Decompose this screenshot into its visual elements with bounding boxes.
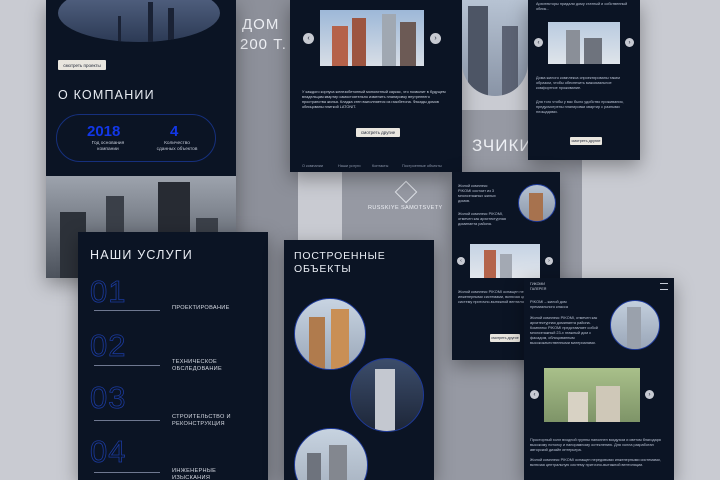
pikomi-next-arrow[interactable]: › — [645, 390, 654, 399]
building-photo-strip — [462, 0, 528, 96]
service-divider-2 — [94, 365, 160, 366]
pikomi-prev-arrow[interactable]: ‹ — [530, 390, 539, 399]
footer-nav-contacts[interactable]: Контакты — [372, 164, 388, 168]
founded-year-caption: Год основания компании — [91, 141, 125, 152]
pikomi-text-3: Жилой комплекс PIKOMI оснащен передовыми… — [530, 458, 661, 467]
hero-background-title-line1: ДОМ — [242, 16, 280, 33]
view-projects-button[interactable]: смотреть проекты — [58, 60, 106, 70]
mobile-slider-photo — [470, 244, 540, 278]
pikomi-aerial-photo — [544, 368, 640, 422]
footer-nav-services[interactable]: Наши услуги — [338, 164, 360, 168]
mobile-text-1: Жилой комплекс PIKOMI состоит из 3 много… — [458, 184, 496, 203]
pikomi-tower-circle — [610, 300, 660, 350]
built-objects-title: ПОСТРОЕННЫЕ ОБЪЕКТЫ — [294, 250, 386, 275]
mobile-circle-photo — [518, 184, 556, 222]
built-object-3[interactable] — [294, 428, 368, 480]
prev-arrow-button[interactable]: ‹ — [303, 33, 314, 44]
complex-text-3: Для того чтобы у вас было удобство прожи… — [536, 100, 624, 114]
project-photo — [320, 10, 424, 66]
hero-background-title-line2: 200 Т. — [240, 36, 287, 53]
complex-next-arrow[interactable]: › — [625, 38, 634, 47]
service-number-02: 02 — [90, 328, 127, 364]
services-title: НАШИ УСЛУГИ — [90, 248, 193, 262]
built-object-2[interactable] — [350, 358, 424, 432]
service-divider-4 — [94, 472, 160, 473]
complex-prev-arrow[interactable]: ‹ — [534, 38, 543, 47]
pikomi-intro: PIKOMI – жилой дом премиального класса — [530, 300, 568, 309]
footer-nav-about[interactable]: О компании — [302, 164, 323, 168]
service-item-surveys[interactable]: ИНЖЕНЕРНЫЕ ИЗЫСКАНИЯ — [172, 468, 232, 480]
project-description: У каждого корпуса железобетонный монолит… — [302, 90, 446, 109]
completed-objects-value: 4 — [170, 123, 179, 140]
complex-more-button[interactable]: смотреть другие — [570, 137, 602, 145]
complex-text-2: Дома жилого комплекса спроектированы так… — [536, 76, 620, 90]
service-item-design[interactable]: ПРОЕКТИРОВАНИЕ — [172, 305, 252, 312]
founded-year-value: 2018 — [87, 123, 121, 140]
complex-description-screen: Архитекторы придали дому статный и собст… — [528, 0, 640, 160]
service-number-03: 03 — [90, 380, 127, 416]
service-divider-3 — [94, 420, 160, 421]
view-others-button[interactable]: смотреть другие — [356, 128, 400, 137]
service-divider-1 — [94, 310, 160, 311]
footer-nav-built[interactable]: Построенные объекты — [402, 164, 442, 168]
partners-background-title: ЗЧИКИ — [472, 136, 533, 155]
complex-photo — [548, 22, 620, 64]
project-detail-screen: ‹ › У каждого корпуса железобетонный мон… — [290, 0, 462, 172]
completed-objects-caption: Количество сданных объектов — [156, 141, 198, 152]
built-object-1[interactable] — [294, 298, 366, 370]
partner-logo-icon — [394, 180, 418, 204]
mobile-text-2: Жилой комплекс PIKOMI, отмечен как архит… — [458, 212, 506, 226]
pikomi-text-1: Жилой комплекс PIKOMI, отмечен как архит… — [530, 316, 598, 345]
complex-text-1: Архитекторы придали дому статный и собст… — [536, 2, 628, 11]
built-objects-screen: ПОСТРОЕННЫЕ ОБЪЕКТЫ — [284, 240, 434, 480]
next-arrow-button[interactable]: › — [430, 33, 441, 44]
pikomi-mobile-screen: ГИКОМИ ГАЛЕРЕЯ PIKOMI – жилой дом премиа… — [524, 278, 674, 480]
service-item-inspection[interactable]: ТЕХНИЧЕСКОЕ ОБСЛЕДОВАНИЕ — [172, 359, 232, 373]
service-number-04: 04 — [90, 434, 127, 470]
about-title: О КОМПАНИИ — [58, 88, 155, 102]
pikomi-logo: ГИКОМИ ГАЛЕРЕЯ — [530, 282, 547, 291]
mobile-more-button[interactable]: смотреть другие — [490, 334, 520, 342]
partner-logo-text: RUSSKIYE SAMOTSVETY — [368, 205, 443, 211]
services-screen: НАШИ УСЛУГИ 01 ПРОЕКТИРОВАНИЕ 02 ТЕХНИЧЕ… — [78, 232, 268, 480]
mobile-next-arrow[interactable]: › — [545, 257, 553, 265]
menu-icon[interactable] — [660, 283, 668, 290]
hero-photo-ellipse — [58, 0, 220, 42]
service-number-01: 01 — [90, 274, 127, 310]
pikomi-text-2: Просторный холл входной группы наполнен … — [530, 438, 661, 452]
mobile-prev-arrow[interactable]: ‹ — [457, 257, 465, 265]
stats-frame — [56, 114, 216, 162]
service-item-construction[interactable]: СТРОИТЕЛЬСТВО И РЕКОНСТРУКЦИЯ — [172, 414, 242, 428]
